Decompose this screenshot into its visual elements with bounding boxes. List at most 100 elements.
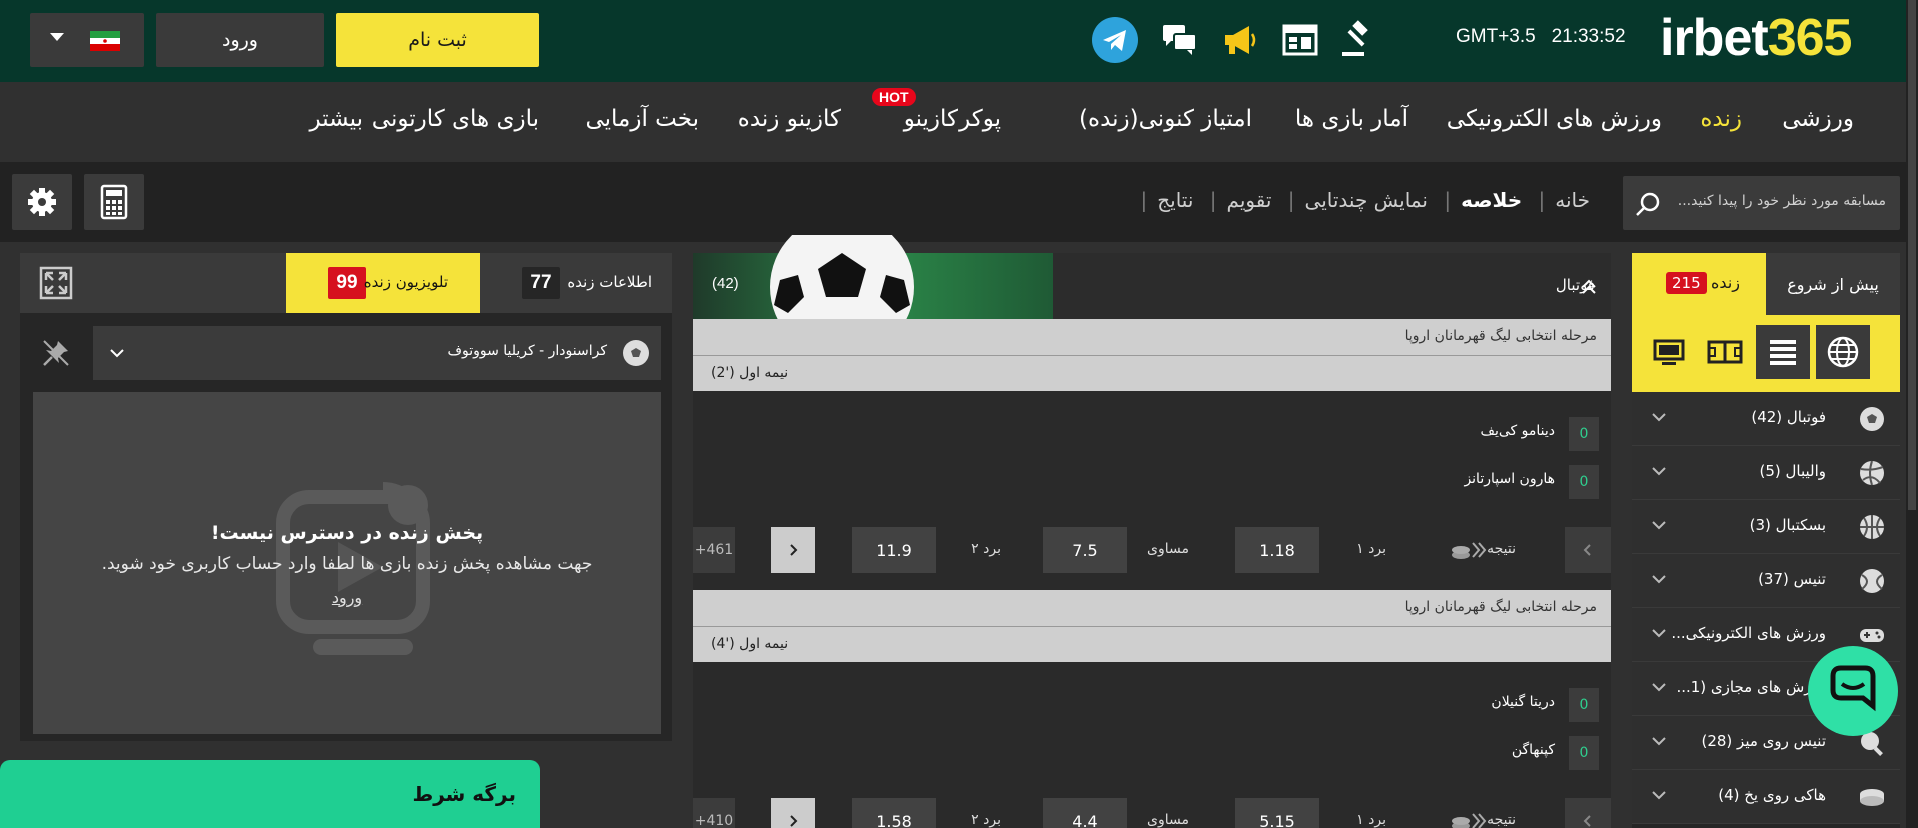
tab-live-tv[interactable]: 99 تلویزیون زنده (286, 253, 480, 313)
crumb-multiview[interactable]: نمایش چندتایی (1305, 188, 1428, 212)
support-chat-button[interactable] (1808, 646, 1898, 736)
nav-item-stats[interactable]: آمار بازی ها (1295, 106, 1408, 132)
telegram-icon[interactable] (1092, 17, 1138, 63)
language-selector[interactable] (30, 13, 144, 67)
nav-item-lottery[interactable]: بخت آزمایی (585, 106, 699, 132)
site-logo[interactable]: irbet365 (1660, 8, 1852, 68)
nav-item-poker[interactable]: پوکر (959, 106, 1001, 132)
login-button[interactable]: ورود (156, 13, 324, 67)
stream-unavailable-title: پخش زنده در دسترس نیست! (210, 522, 484, 544)
scrollbar-thumb[interactable] (1908, 0, 1916, 510)
crumb-summary[interactable]: خلاصه (1461, 188, 1522, 212)
odd-button-home[interactable]: 1.18 (1235, 527, 1319, 573)
odds-prev-button[interactable] (1565, 798, 1611, 828)
list-icon (1770, 340, 1796, 365)
sport-item-volleyball[interactable]: والیبال (5) (1632, 446, 1900, 500)
sport-item-soccer[interactable]: فوتبال (42) (1632, 392, 1900, 446)
team-row[interactable]: هارون اسپارتانز 0 (1455, 459, 1611, 501)
tab-prematch[interactable]: پیش از شروع (1766, 253, 1900, 315)
odd-label-draw: مساوی (1147, 541, 1189, 557)
odds-row: نتیجه برد ۱ 1.18 مساوی 7.5 برد ۲ 11.9 +4… (693, 527, 1611, 577)
calendar-icon[interactable] (1280, 20, 1320, 60)
tennis-icon (1860, 569, 1884, 593)
team-row[interactable]: دریتا گنیلان 0 (1455, 682, 1611, 724)
league-header[interactable]: مرحله انتخابی لیگ قهرمانان اروپا (693, 319, 1611, 355)
crumb-calendar[interactable]: تقویم (1227, 188, 1272, 212)
tab-live-info[interactable]: 77 اطلاعات زنده (480, 253, 672, 313)
league-header[interactable]: مرحله انتخابی لیگ قهرمانان اروپا (693, 590, 1611, 626)
nav-item-more[interactable]: بیشتر (310, 106, 364, 132)
betslip-panel[interactable]: برگه شرط (0, 760, 540, 828)
stream-login-link[interactable]: ورود (33, 588, 661, 607)
basketball-icon (1860, 515, 1884, 539)
page-scrollbar[interactable] (1906, 0, 1918, 828)
calculator-icon (100, 184, 128, 220)
chevron-down-icon (50, 33, 64, 41)
sport-item-ice-hockey[interactable]: هاکی روی یخ (4) (1632, 770, 1900, 824)
team-row[interactable]: کپنهاگن 0 (1455, 730, 1611, 772)
market-label: نتیجه (1487, 541, 1516, 557)
breadcrumb: خانه| خلاصه| نمایش چندتایی| تقویم| نتایج… (1140, 188, 1590, 212)
nav-item-esports[interactable]: ورزش های الکترونیکی (1447, 106, 1662, 132)
fullscreen-icon[interactable] (38, 265, 74, 301)
tab-live[interactable]: 215 زنده (1632, 253, 1766, 315)
settings-button[interactable] (12, 174, 72, 230)
search-input[interactable]: مسابقه مورد نظر خود را پیدا کنید... (1623, 176, 1900, 230)
crumb-results[interactable]: نتایج (1157, 188, 1193, 212)
register-button[interactable]: ثبت نام (336, 13, 539, 67)
crumb-home[interactable]: خانه (1555, 188, 1590, 212)
chevron-down-icon (1652, 521, 1666, 530)
nav-item-casino[interactable]: کازینو (904, 106, 958, 132)
chat-icon (1830, 665, 1876, 712)
search-placeholder: مسابقه مورد نظر خود را پیدا کنید... (1677, 193, 1886, 209)
chevron-down-icon (1652, 737, 1666, 746)
sport-count: (42) (712, 275, 739, 292)
chevron-right-icon (790, 544, 798, 556)
team-name: دریتا گنیلان (1491, 694, 1555, 710)
view-globe-button[interactable] (1816, 325, 1870, 379)
globe-icon (1827, 336, 1859, 368)
tab-live-tv-label: تلویزیون زنده (363, 273, 448, 291)
chevron-down-icon (1652, 683, 1666, 692)
nav-item-sports[interactable]: ورزشی (1782, 106, 1854, 132)
view-mode-bar (1632, 315, 1900, 392)
more-markets-button[interactable]: +461 (693, 527, 735, 573)
sub-toolbar: خانه| خلاصه| نمایش چندتایی| تقویم| نتایج… (0, 162, 1918, 242)
team-score: 0 (1569, 688, 1599, 722)
match-selector[interactable]: کراسنودار - کریلیا سووتوف (93, 326, 661, 380)
pin-icon[interactable] (40, 337, 72, 369)
more-markets-button[interactable]: +410 (693, 798, 735, 828)
odd-button-draw[interactable]: 7.5 (1043, 527, 1127, 573)
soccer-icon (1860, 407, 1884, 431)
chevron-down-icon (1652, 629, 1666, 638)
odd-button-home[interactable]: 5.15 (1235, 798, 1319, 828)
sport-label: تنیس (37) (1758, 570, 1826, 588)
sport-item-basketball[interactable]: بسکتبال (3) (1632, 500, 1900, 554)
nav-item-live[interactable]: زنده (1700, 106, 1742, 132)
sport-item-tennis[interactable]: تنیس (37) (1632, 554, 1900, 608)
gavel-icon[interactable] (1338, 20, 1378, 60)
view-list-button[interactable] (1756, 325, 1810, 379)
stream-login-message: جهت مشاهده پخش زنده بازی ها لطفا وارد حس… (101, 554, 593, 574)
odds-next-button[interactable] (771, 798, 815, 828)
team-score: 0 (1569, 465, 1599, 499)
odd-button-away[interactable]: 1.58 (852, 798, 936, 828)
megaphone-icon[interactable] (1219, 20, 1259, 60)
view-tv-button[interactable] (1642, 325, 1696, 379)
nav-item-cartoon-games[interactable]: بازی های کارتونی (372, 106, 539, 132)
odd-button-away[interactable]: 11.9 (852, 527, 936, 573)
odds-next-button[interactable] (771, 527, 815, 573)
nav-item-live-casino[interactable]: کازینو زنده (738, 106, 841, 132)
calculator-button[interactable] (84, 174, 144, 230)
odds-row: نتیجه برد ۱ 5.15 مساوی 4.4 برد ۲ 1.58 +4… (693, 798, 1611, 828)
odds-prev-button[interactable] (1565, 527, 1611, 573)
search-icon (1636, 192, 1660, 216)
nav-item-livescore[interactable]: امتیاز کنونی(زنده) (1079, 106, 1252, 132)
clock: GMT+3.5 21:33:52 (1456, 26, 1626, 48)
chat-bubbles-icon[interactable] (1160, 20, 1200, 60)
match-period: نیمه اول ('2) (693, 355, 1611, 391)
team-row[interactable]: دینامو کی‌یف 0 (1455, 411, 1611, 453)
odd-button-draw[interactable]: 4.4 (1043, 798, 1127, 828)
view-field-button[interactable] (1698, 325, 1752, 379)
odd-label-draw: مساوی (1147, 812, 1189, 828)
